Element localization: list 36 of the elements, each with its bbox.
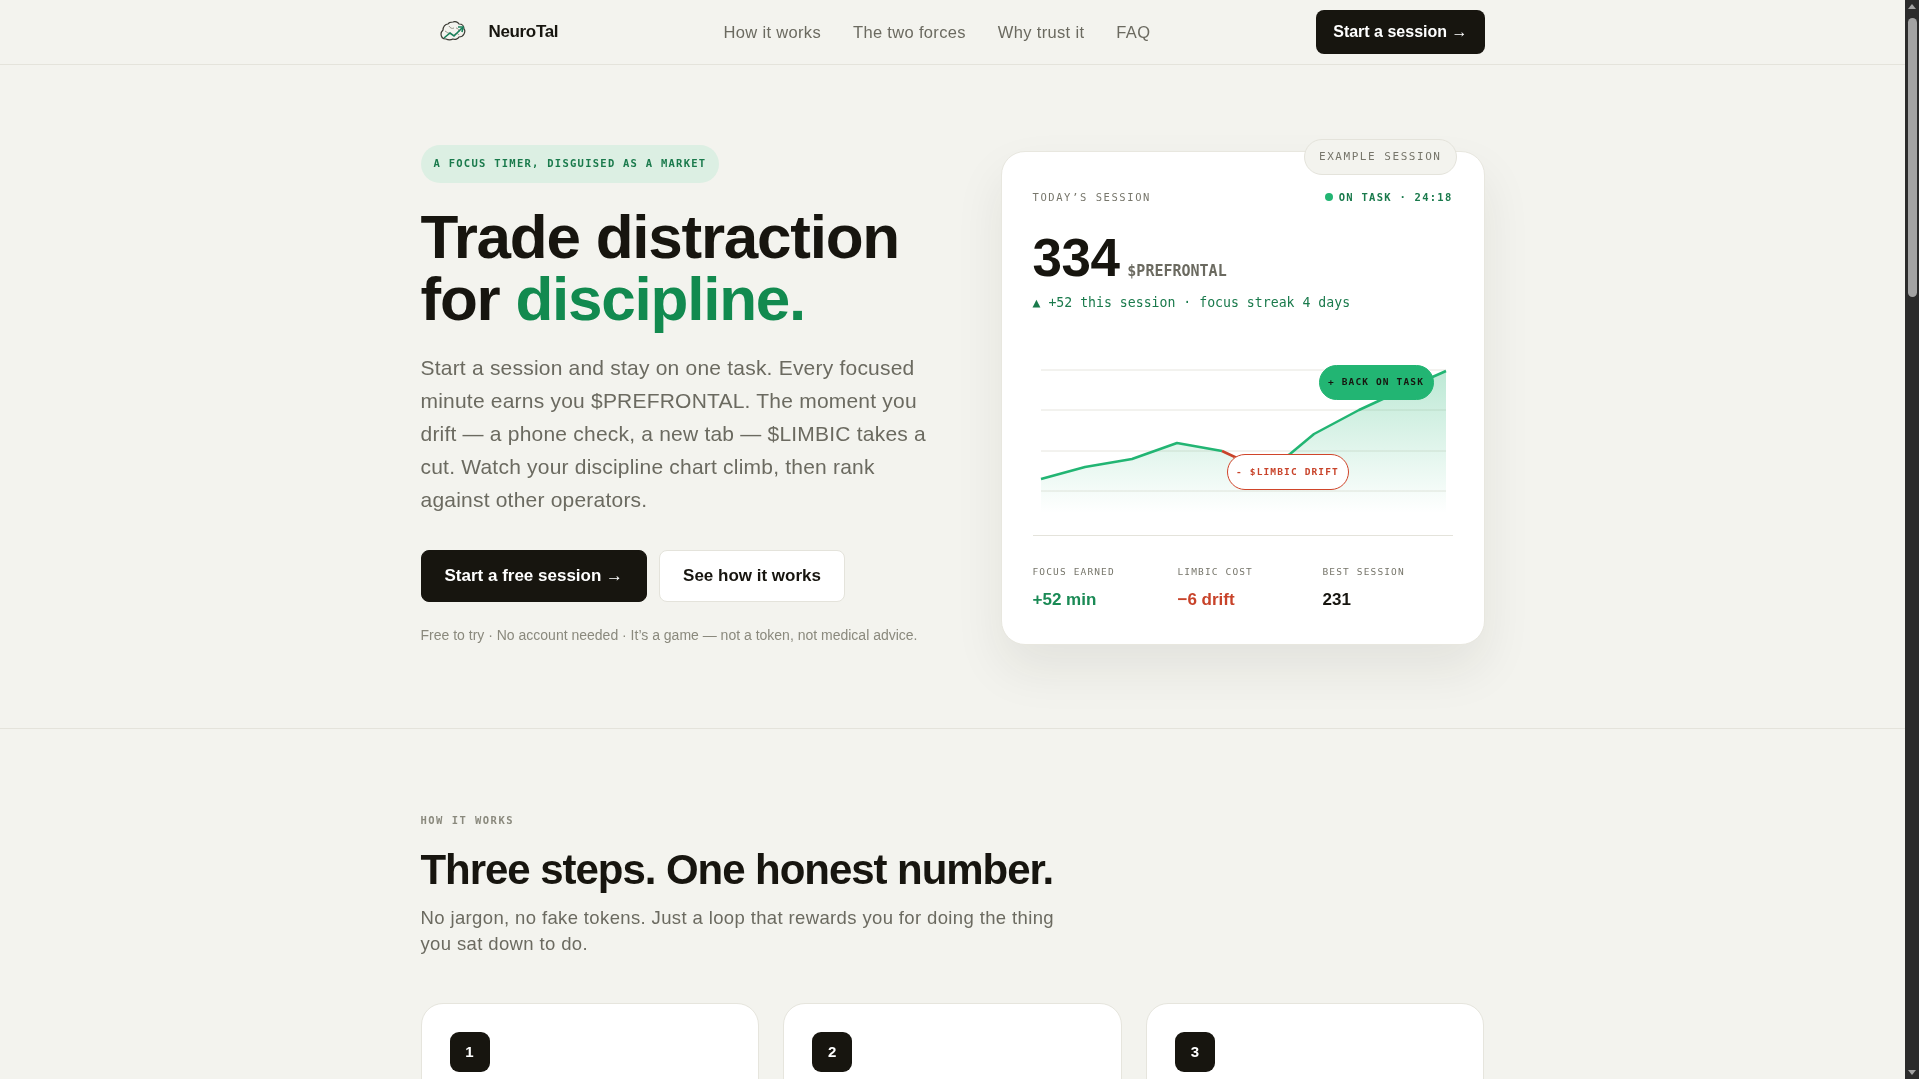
- section-eyebrow: HOW IT WORKS: [420, 813, 515, 828]
- eyebrow-badge: A FOCUS TIMER, DISGUISED AS A MARKET: [420, 145, 720, 183]
- brand-name[interactable]: NeuroTal: [488, 19, 559, 45]
- example-session-badge: EXAMPLE SESSION: [1304, 139, 1457, 175]
- nav-link[interactable]: How it works: [723, 19, 821, 45]
- step-number: 1: [449, 1032, 490, 1072]
- balance-unit: $PREFRONTAL: [1127, 261, 1227, 282]
- step-number: 3: [1174, 1032, 1215, 1072]
- scrollbar-thumb[interactable]: [1907, 18, 1917, 297]
- start-session-button[interactable]: Start a session →: [1316, 10, 1485, 54]
- hero-description: Start a session and stay on one task. Every focused minute earns you $PREFRONTAL. The moment you drift — a phone check, a new tab — $LIMBIC takes a cut. Watch your discipline chart climb, then rank against other operators.: [420, 355, 927, 513]
- stat-value: +52 min: [1032, 589, 1098, 611]
- session-status: ON TASK · 24:18: [1338, 190, 1453, 205]
- stat-value: −6 drift: [1177, 589, 1236, 611]
- start-free-session-button[interactable]: Start a free session →: [420, 550, 648, 602]
- balance-value: 334: [1032, 232, 1120, 284]
- nav-link[interactable]: The two forces: [853, 19, 966, 45]
- step-number: 2: [812, 1032, 853, 1072]
- back-on-task-tag: + BACK ON TASK: [1318, 365, 1434, 400]
- nav-link[interactable]: Why trust it: [997, 19, 1085, 45]
- scroll-down-icon[interactable]: [1908, 1070, 1916, 1075]
- stat-value: 231: [1322, 589, 1352, 611]
- section-title: Three steps. One honest number.: [420, 846, 1055, 894]
- nav-link[interactable]: FAQ: [1116, 19, 1151, 45]
- session-delta: ▲ +52 this session · focus streak 4 days: [1032, 294, 1352, 312]
- brain-logo-icon: [439, 21, 466, 43]
- see-how-it-works-button[interactable]: See how it works: [659, 550, 845, 602]
- scroll-up-icon[interactable]: [1908, 4, 1916, 9]
- section-subtitle: No jargon, no fake tokens. Just a loop that rewards you for doing the thing you sat down to do.: [420, 906, 1055, 956]
- limbic-drift-tag: - $LIMBIC DRIFT: [1226, 454, 1349, 490]
- session-title: TODAY’S SESSION: [1032, 190, 1151, 205]
- stat-label: LIMBIC COST: [1177, 565, 1254, 579]
- stat-label: FOCUS EARNED: [1032, 565, 1116, 579]
- scrollbar-track[interactable]: [1905, 0, 1919, 1079]
- stat-label: BEST SESSION: [1322, 565, 1406, 579]
- disclaimer-note: Free to try · No account needed · It’s a game — not a token, not medical advice.: [420, 626, 919, 645]
